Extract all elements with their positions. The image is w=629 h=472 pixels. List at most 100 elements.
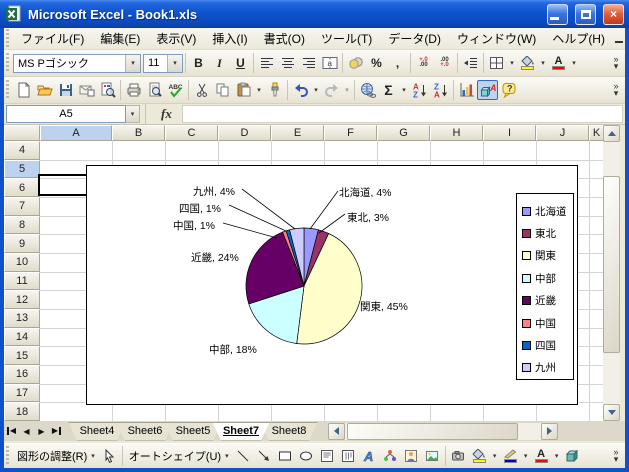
insert-picture-button[interactable] xyxy=(422,446,443,466)
name-box[interactable]: A5 xyxy=(6,105,126,123)
fill-color-dropdown[interactable]: ▾ xyxy=(538,53,548,73)
row-header-7[interactable]: 7 xyxy=(4,197,40,216)
save-button[interactable] xyxy=(55,80,76,100)
decrease-decimal-button[interactable]: .00 +.0 xyxy=(434,53,455,73)
menu-insert[interactable]: 挿入(I) xyxy=(204,28,255,49)
format-painter-button[interactable] xyxy=(264,80,285,100)
column-header-F[interactable]: F xyxy=(324,125,377,141)
vertical-scrollbar[interactable] xyxy=(603,125,620,421)
undo-button[interactable] xyxy=(290,80,311,100)
row-header-9[interactable]: 9 xyxy=(4,234,40,253)
column-header-C[interactable]: C xyxy=(165,125,218,141)
menu-data[interactable]: データ(D) xyxy=(380,28,449,49)
spelling-button[interactable]: ABC xyxy=(165,80,186,100)
first-sheet-button[interactable]: ◀ xyxy=(4,423,19,440)
font-color-button[interactable]: A xyxy=(548,53,569,73)
menu-edit[interactable]: 編集(E) xyxy=(92,28,148,49)
open-button[interactable] xyxy=(34,80,55,100)
column-header-D[interactable]: D xyxy=(218,125,271,141)
select-all-corner[interactable] xyxy=(4,125,40,141)
row-header-5[interactable]: 5 xyxy=(4,159,40,179)
help-button[interactable]: ? xyxy=(498,80,519,100)
toolbar-options-button[interactable]: » ▾ xyxy=(608,51,624,75)
borders-dropdown[interactable]: ▾ xyxy=(507,53,517,73)
row-header-15[interactable]: 15 xyxy=(4,346,40,366)
name-box-dropdown[interactable]: ▾ xyxy=(126,105,140,123)
draw-fill-color-button[interactable] xyxy=(469,446,490,466)
sort-descending-button[interactable]: ZA xyxy=(430,80,451,100)
chevron-down-icon[interactable]: ▾ xyxy=(125,54,140,72)
legend-item[interactable]: 中国 xyxy=(522,312,573,334)
align-center-button[interactable] xyxy=(277,53,298,73)
draw-font-color-dropdown[interactable]: ▾ xyxy=(552,446,562,466)
legend-item[interactable]: 東北 xyxy=(522,222,573,244)
sheet-tab-sheet6[interactable]: Sheet6 xyxy=(116,422,174,441)
horizontal-scrollbar[interactable] xyxy=(328,422,558,440)
pie-data-label[interactable]: 四国, 1% xyxy=(179,201,221,216)
row-header-6[interactable]: 6 xyxy=(4,178,40,197)
previous-sheet-button[interactable]: ◀ xyxy=(19,423,34,440)
line-tool-button[interactable] xyxy=(233,446,254,466)
percent-style-button[interactable]: % xyxy=(366,53,387,73)
menu-format[interactable]: 書式(O) xyxy=(256,28,313,49)
chart-legend[interactable]: 北海道 東北 関東 中部 近畿 中国 四国 九州 xyxy=(516,193,574,380)
legend-item[interactable]: 関東 xyxy=(522,245,573,267)
toolbar-options-button[interactable]: » ▾ xyxy=(608,78,624,102)
legend-item[interactable]: 四国 xyxy=(522,334,573,356)
legend-item[interactable]: 近畿 xyxy=(522,290,573,312)
column-header-H[interactable]: H xyxy=(430,125,483,141)
undo-dropdown[interactable]: ▾ xyxy=(311,80,321,100)
align-right-button[interactable] xyxy=(298,53,319,73)
column-header-G[interactable]: G xyxy=(377,125,430,141)
font-name-combo[interactable]: MS Pゴシック ▾ xyxy=(13,53,141,73)
sheet-tab-sheet4[interactable]: Sheet4 xyxy=(68,422,126,441)
toolbar-options-button[interactable]: » ▾ xyxy=(608,444,624,468)
pie-data-label[interactable]: 関東, 45% xyxy=(360,299,408,314)
toolbar-grip[interactable] xyxy=(6,446,9,466)
print-button[interactable] xyxy=(123,80,144,100)
last-sheet-button[interactable]: ▶ xyxy=(49,423,64,440)
pie-data-label[interactable]: 中国, 1% xyxy=(173,218,215,233)
camera-button[interactable] xyxy=(448,446,469,466)
copy-button[interactable] xyxy=(212,80,233,100)
select-objects-button[interactable] xyxy=(99,446,120,466)
chart-wizard-button[interactable] xyxy=(456,80,477,100)
column-header-I[interactable]: I xyxy=(483,125,536,141)
line-color-dropdown[interactable]: ▾ xyxy=(521,446,531,466)
vertical-text-box-button[interactable] xyxy=(338,446,359,466)
comma-style-button[interactable]: , xyxy=(387,53,408,73)
scroll-up-button[interactable] xyxy=(603,125,620,142)
cut-button[interactable] xyxy=(191,80,212,100)
diagram-button[interactable] xyxy=(380,446,401,466)
next-sheet-button[interactable]: ▶ xyxy=(34,423,49,440)
drawing-button[interactable]: A xyxy=(477,80,498,100)
mail-button[interactable] xyxy=(76,80,97,100)
menu-file[interactable]: ファイル(F) xyxy=(13,28,92,49)
clip-art-button[interactable] xyxy=(401,446,422,466)
menu-help[interactable]: ヘルプ(H) xyxy=(544,28,613,49)
hyperlink-button[interactable] xyxy=(357,80,378,100)
toolbar-grip[interactable] xyxy=(6,28,9,49)
bold-button[interactable]: B xyxy=(188,53,209,73)
redo-button[interactable] xyxy=(321,80,342,100)
decrease-indent-button[interactable] xyxy=(460,53,481,73)
align-left-button[interactable] xyxy=(256,53,277,73)
chevron-down-icon[interactable]: ▾ xyxy=(167,54,182,72)
column-header-J[interactable]: J xyxy=(536,125,589,141)
merge-center-button[interactable]: a xyxy=(319,53,340,73)
row-header-4[interactable]: 4 xyxy=(4,141,40,160)
autosum-button[interactable]: Σ xyxy=(378,80,399,100)
scroll-right-button[interactable] xyxy=(541,422,558,440)
row-header-10[interactable]: 10 xyxy=(4,253,40,272)
formula-input[interactable] xyxy=(181,105,623,123)
row-header-8[interactable]: 8 xyxy=(4,215,40,235)
pie-data-label[interactable]: 東北, 3% xyxy=(347,210,389,225)
row-header-13[interactable]: 13 xyxy=(4,309,40,328)
sheet-tab-sheet7[interactable]: Sheet7 xyxy=(212,422,270,441)
underline-button[interactable]: U xyxy=(230,53,251,73)
autosum-dropdown[interactable]: ▾ xyxy=(399,80,409,100)
row-header-18[interactable]: 18 xyxy=(4,402,40,421)
insert-function-button[interactable]: fx xyxy=(161,106,172,122)
close-button[interactable]: × xyxy=(603,3,624,25)
scroll-down-button[interactable] xyxy=(603,404,620,421)
